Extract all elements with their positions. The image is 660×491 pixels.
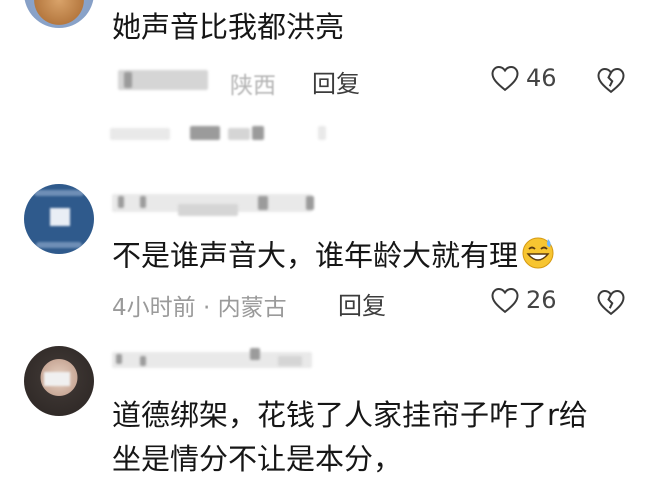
comment-text-line-2: 坐是情分不让是本分， xyxy=(112,442,403,476)
comment-1: 她声音比我都洪亮 陕西 回复 46 xyxy=(0,0,660,120)
comment-text-line-1: 道德绑架，花钱了人家挂帘子咋了r给 xyxy=(112,398,588,432)
blurred-reply-link[interactable] xyxy=(0,120,660,150)
avatar[interactable] xyxy=(24,184,94,254)
comment-2: 不是谁声音大，谁年龄大就有理 4小时前 · 内蒙古 回复 26 xyxy=(0,184,660,334)
broken-heart-icon xyxy=(597,67,625,94)
broken-heart-icon xyxy=(597,289,625,316)
comment-time-location: 4小时前 · 内蒙古 xyxy=(112,295,287,321)
like-count: 26 xyxy=(526,286,557,314)
comment-text: 她声音比我都洪亮 xyxy=(112,10,345,44)
reply-button[interactable]: 回复 xyxy=(338,286,386,321)
reply-button[interactable]: 回复 xyxy=(312,64,360,99)
comment-location: 陕西 xyxy=(230,73,276,99)
like-count: 46 xyxy=(526,64,557,92)
comment-text-content: 不是谁声音大，谁年龄大就有理 xyxy=(112,238,519,273)
like-button[interactable]: 26 xyxy=(490,286,557,314)
comment-text: 不是谁声音大，谁年龄大就有理 xyxy=(112,234,556,281)
blurred-timestamp-mark xyxy=(124,72,132,88)
heart-outline-icon xyxy=(491,65,519,92)
heart-outline-icon xyxy=(491,287,519,314)
avatar[interactable] xyxy=(24,0,94,28)
like-button[interactable]: 46 xyxy=(490,64,557,92)
grinning-sweat-emoji xyxy=(520,234,556,281)
avatar[interactable] xyxy=(24,346,94,416)
dislike-button[interactable] xyxy=(596,288,626,320)
comment-3: 道德绑架，花钱了人家挂帘子咋了r给 坐是情分不让是本分， xyxy=(0,346,660,491)
dislike-button[interactable] xyxy=(596,66,626,98)
